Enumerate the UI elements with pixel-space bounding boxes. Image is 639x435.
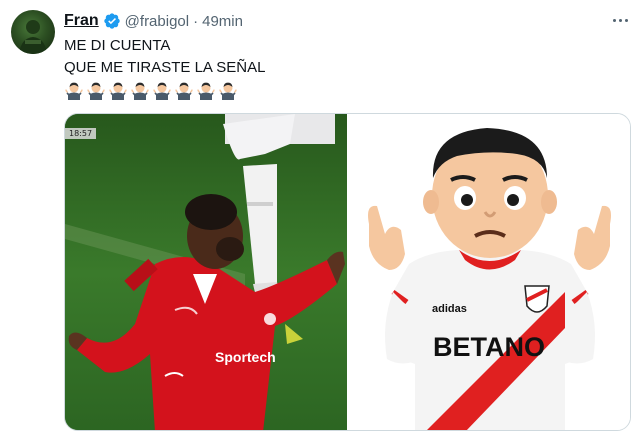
man-shrugging-emoji <box>131 82 149 100</box>
separator-dot: · <box>193 12 199 30</box>
tweet-text: ME DI CUENTA QUE ME TIRASTE LA SEÑAL <box>64 35 265 79</box>
jersey-sponsor-text: Sportech <box>215 349 276 365</box>
tweet-text-line: ME DI CUENTA <box>64 37 171 54</box>
author-handle[interactable]: @frabigol <box>125 13 189 30</box>
football-player-celebrating-image[interactable]: Sportech 18:57 <box>65 114 347 430</box>
man-shrugging-emoji <box>197 82 215 100</box>
tweet-text-line: QUE ME TIRASTE LA SEÑAL <box>64 59 266 76</box>
tweet-timestamp[interactable]: 49min <box>202 13 243 30</box>
shrugging-emoji-river-plate-jersey-image[interactable]: BETANO adidas <box>347 114 630 430</box>
media-grid[interactable]: Sportech 18:57 BETANO adidas <box>64 113 631 431</box>
betano-sponsor-text: BETANO <box>433 332 545 362</box>
man-shrugging-emoji <box>87 82 105 100</box>
display-name[interactable]: Fran <box>64 12 99 30</box>
man-shrugging-emoji <box>219 82 237 100</box>
tweet-header: Fran @frabigol · 49min <box>64 11 243 31</box>
verified-badge-icon <box>103 13 120 29</box>
man-shrugging-emoji <box>175 82 193 100</box>
man-shrugging-emoji <box>65 82 83 100</box>
match-timer: 18:57 <box>65 128 97 139</box>
adidas-logo-text: adidas <box>432 303 467 315</box>
emoji-row <box>64 80 240 100</box>
tweet[interactable]: Fran @frabigol · 49min ME DI CUENTA QUE … <box>0 0 639 435</box>
man-shrugging-emoji <box>153 82 171 100</box>
man-shrugging-emoji <box>109 82 127 100</box>
avatar[interactable] <box>11 10 55 54</box>
more-options-icon[interactable] <box>609 9 631 31</box>
